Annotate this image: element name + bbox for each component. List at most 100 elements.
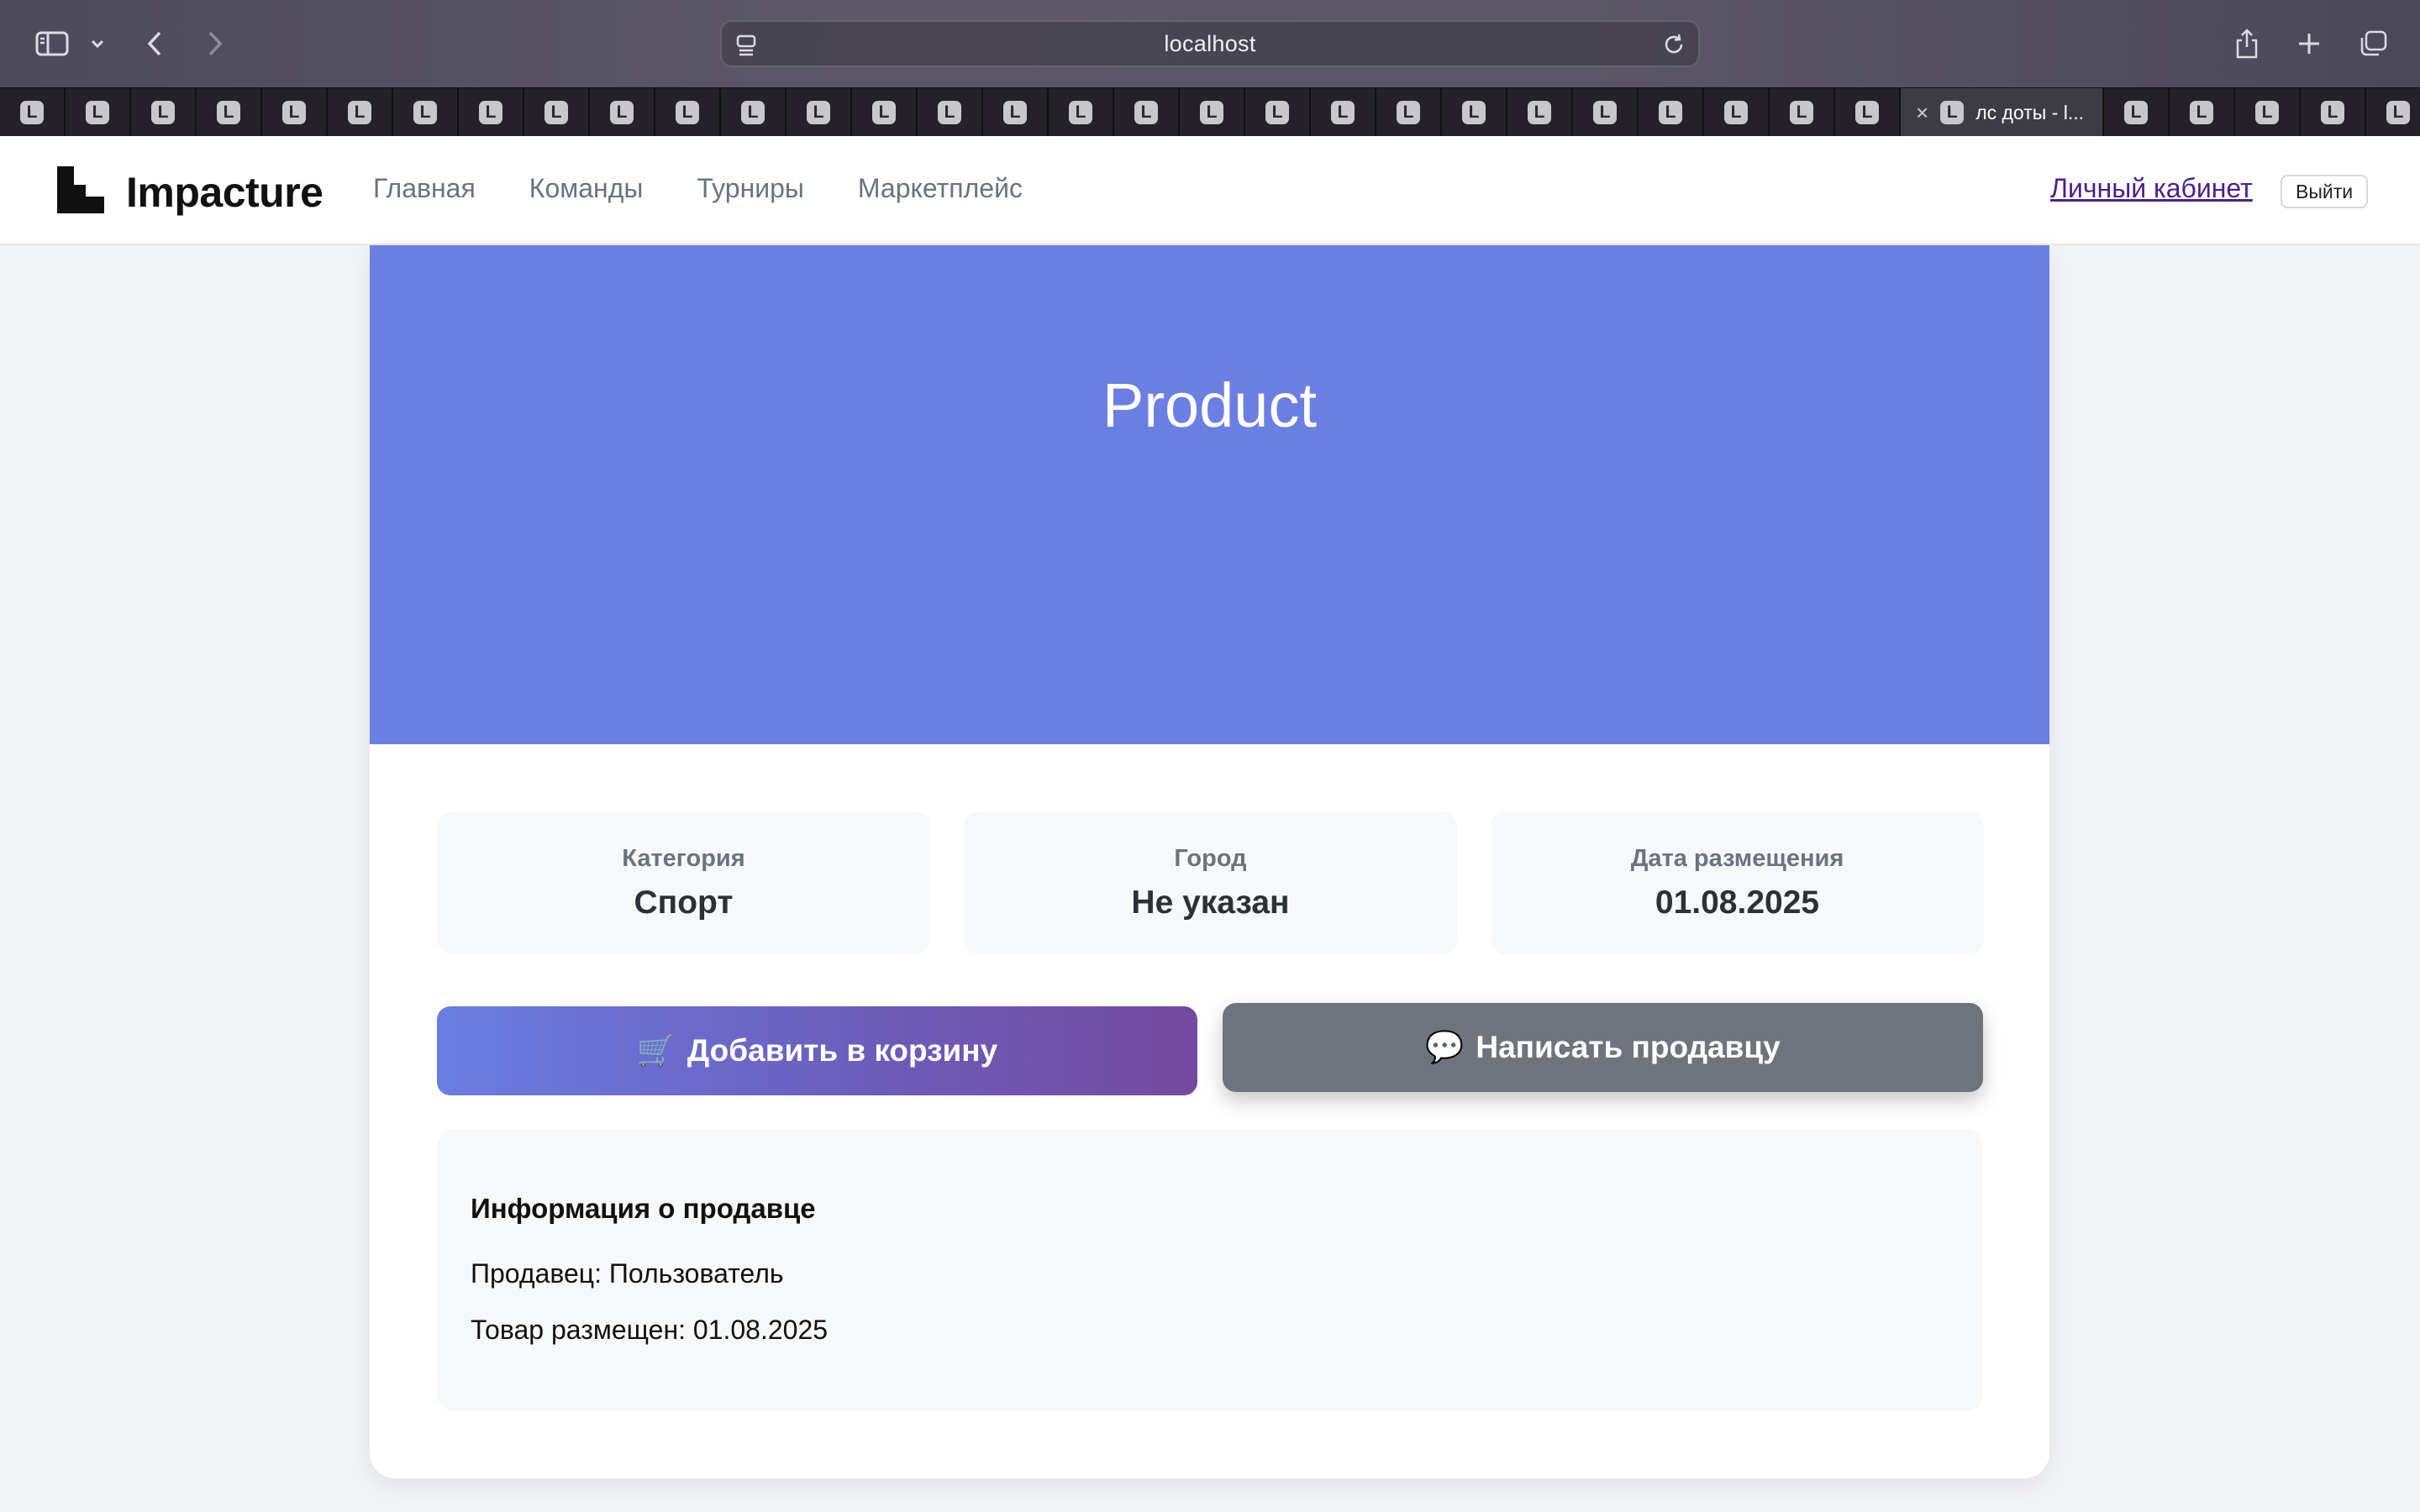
new-tab-icon[interactable]	[2294, 18, 2324, 69]
browser-tab[interactable]: L	[1442, 88, 1507, 137]
tab-favicon-icon: L	[217, 101, 240, 124]
browser-tab[interactable]: L	[393, 88, 459, 137]
nav-marketplace[interactable]: Маркетплейс	[858, 173, 1023, 204]
product-hero-image: Product	[370, 245, 2049, 744]
product-stats: Категория Спорт Город Не указан Дата раз…	[437, 811, 1984, 954]
browser-tab[interactable]: L	[2366, 88, 2420, 137]
back-icon[interactable]	[141, 18, 168, 69]
tab-favicon-icon: L	[86, 101, 109, 124]
forward-icon[interactable]	[202, 18, 229, 69]
tab-favicon-icon: L	[807, 101, 830, 124]
tab-favicon-icon: L	[1528, 101, 1551, 124]
message-seller-button[interactable]: 💬 Написать продавцу	[1223, 1003, 1983, 1092]
browser-tab[interactable]: L	[1114, 88, 1180, 137]
sidebar-toggle-icon[interactable]	[32, 18, 72, 69]
main-nav: Главная Команды Турниры Маркетплейс	[373, 173, 1023, 204]
browser-tab[interactable]: L	[66, 88, 131, 137]
browser-tab[interactable]: L	[524, 88, 590, 137]
browser-tab[interactable]: L	[328, 88, 393, 137]
tab-favicon-icon: L	[1331, 101, 1355, 124]
logout-button[interactable]: Выйти	[2281, 175, 2369, 208]
product-card: Product Категория Спорт Город Не указан …	[370, 245, 2049, 1478]
browser-tab[interactable]: L	[1180, 88, 1245, 137]
tab-favicon-icon: L	[2255, 101, 2279, 124]
chevron-down-icon[interactable]	[87, 18, 108, 69]
browser-tab[interactable]: L	[590, 88, 655, 137]
browser-tab[interactable]: L	[1245, 88, 1311, 137]
share-icon[interactable]	[2232, 18, 2262, 69]
stat-value: 01.08.2025	[1655, 884, 1820, 921]
browser-tab[interactable]: L	[2170, 88, 2235, 137]
seller-name: Продавец: Пользователь	[471, 1258, 784, 1289]
tab-favicon-icon: L	[348, 101, 371, 124]
stat-category: Категория Спорт	[437, 811, 930, 954]
tab-title: лс доты - l...	[1975, 101, 2084, 123]
browser-tab[interactable]: L	[1311, 88, 1376, 137]
browser-tab[interactable]: L	[1507, 88, 1573, 137]
tab-favicon-icon: L	[1724, 101, 1748, 124]
stat-date: Дата размещения 01.08.2025	[1491, 811, 1984, 954]
personal-cabinet-link[interactable]: Личный кабинет	[2050, 173, 2253, 204]
message-seller-label: Написать продавцу	[1476, 1030, 1781, 1064]
tab-favicon-icon: L	[2190, 101, 2213, 124]
browser-tab[interactable]: L	[1835, 88, 1901, 137]
tab-favicon-icon: L	[2386, 101, 2410, 124]
browser-tab[interactable]: L	[1376, 88, 1442, 137]
tab-favicon-icon: L	[282, 101, 306, 124]
close-tab-icon[interactable]: ×	[1916, 102, 1928, 123]
tab-favicon-icon: L	[676, 101, 699, 124]
logo-text: Impacture	[126, 168, 324, 216]
browser-tab[interactable]: L	[1770, 88, 1835, 137]
tab-favicon-icon: L	[1593, 101, 1617, 124]
stat-label: Город	[1174, 844, 1247, 872]
browser-tab[interactable]: L	[918, 88, 983, 137]
browser-tab[interactable]: L	[262, 88, 328, 137]
browser-toolbar: localhost	[0, 0, 2420, 87]
browser-tab[interactable]: L	[1704, 88, 1770, 137]
tab-favicon-icon: L	[20, 101, 44, 124]
browser-tab[interactable]: L	[655, 88, 721, 137]
site-settings-icon[interactable]	[735, 34, 757, 61]
tab-favicon-icon: L	[610, 101, 634, 124]
nav-home[interactable]: Главная	[373, 173, 476, 204]
tab-favicon-icon: L	[479, 101, 502, 124]
browser-tab[interactable]: L	[786, 88, 852, 137]
stat-label: Категория	[622, 844, 745, 872]
product-title: Product	[1102, 370, 1318, 440]
tab-favicon-icon: L	[1462, 101, 1486, 124]
browser-tab[interactable]: L	[197, 88, 262, 137]
nav-tournaments[interactable]: Турниры	[697, 173, 804, 204]
logo[interactable]: Impacture	[57, 166, 324, 218]
stat-value: Не указан	[1131, 884, 1290, 921]
logo-icon	[57, 166, 104, 218]
tab-favicon-icon: L	[1200, 101, 1223, 124]
tab-favicon-icon: L	[1855, 101, 1879, 124]
browser-tab[interactable]: L	[131, 88, 197, 137]
browser-tab[interactable]: L	[1573, 88, 1639, 137]
tab-favicon-icon: L	[151, 101, 175, 124]
browser-tab[interactable]: L	[1049, 88, 1114, 137]
browser-tab[interactable]: L	[2104, 88, 2170, 137]
tab-favicon-icon: L	[741, 101, 765, 124]
reload-icon[interactable]	[1661, 32, 1686, 61]
tab-favicon-icon: L	[872, 101, 896, 124]
tab-favicon-icon: L	[413, 101, 437, 124]
seller-info-title: Информация о продавце	[471, 1193, 816, 1224]
tab-favicon-icon: L	[1134, 101, 1158, 124]
browser-tab[interactable]: L	[721, 88, 786, 137]
browser-tab[interactable]: L	[0, 88, 66, 137]
browser-tab-active[interactable]: × Lлс доты - l...	[1901, 88, 2104, 137]
add-to-cart-button[interactable]: 🛒 Добавить в корзину	[437, 1006, 1197, 1095]
browser-tab[interactable]: L	[1639, 88, 1704, 137]
speech-bubble-icon: 💬	[1425, 1029, 1465, 1064]
browser-tab[interactable]: L	[852, 88, 918, 137]
nav-teams[interactable]: Команды	[529, 173, 644, 204]
browser-tab[interactable]: L	[459, 88, 524, 137]
browser-tab[interactable]: L	[2301, 88, 2366, 137]
address-bar[interactable]: localhost	[720, 20, 1700, 67]
tab-favicon-icon: L	[1940, 101, 1965, 124]
tab-favicon-icon: L	[2124, 101, 2148, 124]
browser-tab[interactable]: L	[983, 88, 1049, 137]
tab-overview-icon[interactable]	[2356, 18, 2390, 69]
browser-tab[interactable]: L	[2235, 88, 2301, 137]
